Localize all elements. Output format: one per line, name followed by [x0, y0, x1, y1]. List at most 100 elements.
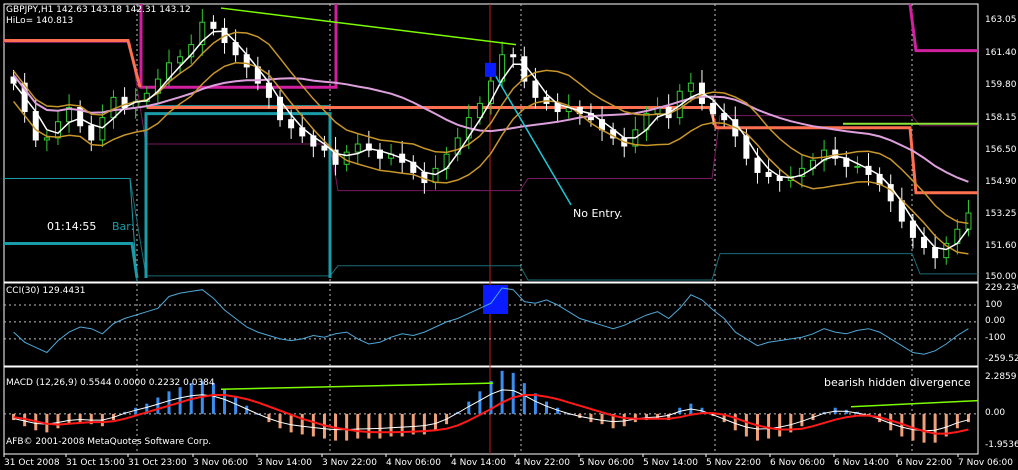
bar-label: Bar:	[112, 220, 135, 233]
candle-body	[921, 236, 928, 249]
chart-window: GBPJPY,H1 142.63 143.18 142.31 143.12 Hi…	[0, 0, 1018, 470]
panel-frame	[3, 3, 979, 283]
price-tick: 154.90	[985, 177, 1017, 187]
hilo-magenta-right	[908, 3, 978, 53]
time-tick: 31 Oct 23:00	[128, 458, 187, 468]
cci-signal-box	[483, 285, 508, 314]
chart-canvas	[3, 3, 979, 457]
candle-body	[765, 171, 772, 177]
hilo-label: HiLo= 140.813	[6, 16, 74, 26]
macd-histogram-bar	[178, 387, 182, 414]
macd-histogram-bar	[744, 413, 748, 437]
time-tick: 6 Nov 22:00	[897, 458, 952, 468]
candle-body	[854, 165, 861, 168]
candle-body	[432, 167, 439, 184]
macd-histogram-bar	[356, 413, 360, 439]
macd-histogram-bar	[223, 389, 227, 414]
time-tick: 3 Nov 06:00	[193, 458, 248, 468]
macd-histogram-bar	[478, 391, 482, 414]
candle-body	[43, 137, 50, 141]
macd-histogram-bar	[289, 413, 293, 433]
time-tick: 31 Oct 15:00	[66, 458, 125, 468]
macd-histogram-bar	[467, 401, 471, 414]
macd-histogram-bar	[933, 413, 937, 443]
time-tick: 4 Nov 06:00	[386, 458, 441, 468]
candle-body	[321, 145, 328, 151]
macd-histogram-bar	[622, 413, 626, 427]
time-tick: 31 Oct 2008	[4, 458, 60, 468]
candle-body	[354, 143, 361, 153]
no-entry-annotation: No Entry.	[573, 207, 623, 220]
cci-tick: 229.2361	[985, 283, 1018, 293]
candle-body	[710, 102, 717, 115]
price-signal-box	[485, 62, 496, 77]
candle-body	[288, 119, 295, 129]
macd-histogram-bar	[345, 413, 349, 441]
macd-histogram-bar	[367, 413, 371, 439]
candle-body	[532, 80, 539, 98]
macd-tick: 0.00	[985, 408, 1006, 418]
macd-histogram-bar	[156, 397, 160, 414]
time-tick: 5 Nov 14:00	[643, 458, 698, 468]
time-tick: 5 Nov 22:00	[706, 458, 761, 468]
macd-histogram-bar	[311, 413, 315, 437]
macd-hidden-divergence-line	[850, 399, 979, 408]
price-divergence-line	[220, 7, 517, 46]
macd-histogram-bar	[545, 401, 549, 414]
macd-histogram-bar	[922, 413, 926, 443]
time-tick: 3 Nov 14:00	[257, 458, 312, 468]
candle-body	[687, 82, 694, 92]
candle-body	[343, 151, 350, 165]
macd-histogram-bar	[955, 413, 959, 429]
macd-histogram-bar	[767, 413, 771, 439]
price-tick: 159.80	[985, 80, 1017, 90]
price-panel-title: GBPJPY,H1 142.63 143.18 142.31 143.12	[6, 5, 191, 15]
macd-histogram-bar	[600, 413, 604, 425]
candle-body	[965, 212, 972, 230]
macd-histogram-bar	[889, 413, 893, 431]
macd-histogram-bar	[400, 413, 404, 437]
macd-histogram-bar	[778, 413, 782, 437]
macd-histogram-bar	[23, 413, 27, 427]
candle-body	[754, 157, 761, 173]
macd-histogram-bar	[56, 413, 60, 429]
candle-body	[210, 21, 217, 29]
price-tick: 158.15	[985, 113, 1017, 123]
macd-histogram-bar	[966, 413, 970, 423]
macd-histogram-bar	[755, 413, 759, 441]
cci-tick: 0.00	[985, 316, 1006, 326]
price-tick: 150.00	[985, 272, 1017, 282]
candle-body	[510, 54, 517, 58]
candle-body	[54, 121, 61, 139]
macd-histogram-bar	[500, 370, 504, 414]
macd-tick: 2.2859	[985, 372, 1017, 382]
macd-tick: -1.9536	[985, 440, 1018, 450]
macd-histogram-bar	[278, 413, 282, 429]
cci-tick: -259.5223	[985, 354, 1018, 364]
candle-body	[32, 111, 39, 141]
candle-body	[99, 117, 106, 141]
candle-body	[88, 125, 95, 141]
timer-label: 01:14:55	[47, 220, 97, 233]
macd-histogram-bar	[234, 397, 238, 414]
macd-histogram-bar	[800, 413, 804, 427]
macd-histogram-bar	[511, 372, 515, 414]
macd-divergence-line	[220, 382, 494, 391]
macd-histogram-bar	[522, 383, 526, 414]
cci-panel-title: CCI(30) 129.4431	[6, 286, 86, 296]
copyright-label: AFB© 2001-2008 MetaQuotes Software Corp.	[6, 437, 212, 447]
time-tick: 4 Nov 22:00	[515, 458, 570, 468]
macd-histogram-bar	[433, 413, 437, 431]
time-tick: 6 Nov 14:00	[834, 458, 889, 468]
candle-body	[177, 56, 184, 64]
lower-band-line	[4, 178, 978, 281]
price-tick: 151.60	[985, 241, 1017, 251]
divergence-annotation: bearish hidden divergence	[824, 376, 971, 389]
price-tick: 156.50	[985, 145, 1017, 155]
macd-histogram-bar	[733, 413, 737, 431]
cci-tick: 100	[985, 300, 1003, 310]
candle-body	[932, 247, 939, 259]
macd-histogram-bar	[67, 413, 71, 425]
macd-histogram-bar	[78, 413, 82, 423]
time-tick: 7 Nov 06:00	[958, 458, 1013, 468]
